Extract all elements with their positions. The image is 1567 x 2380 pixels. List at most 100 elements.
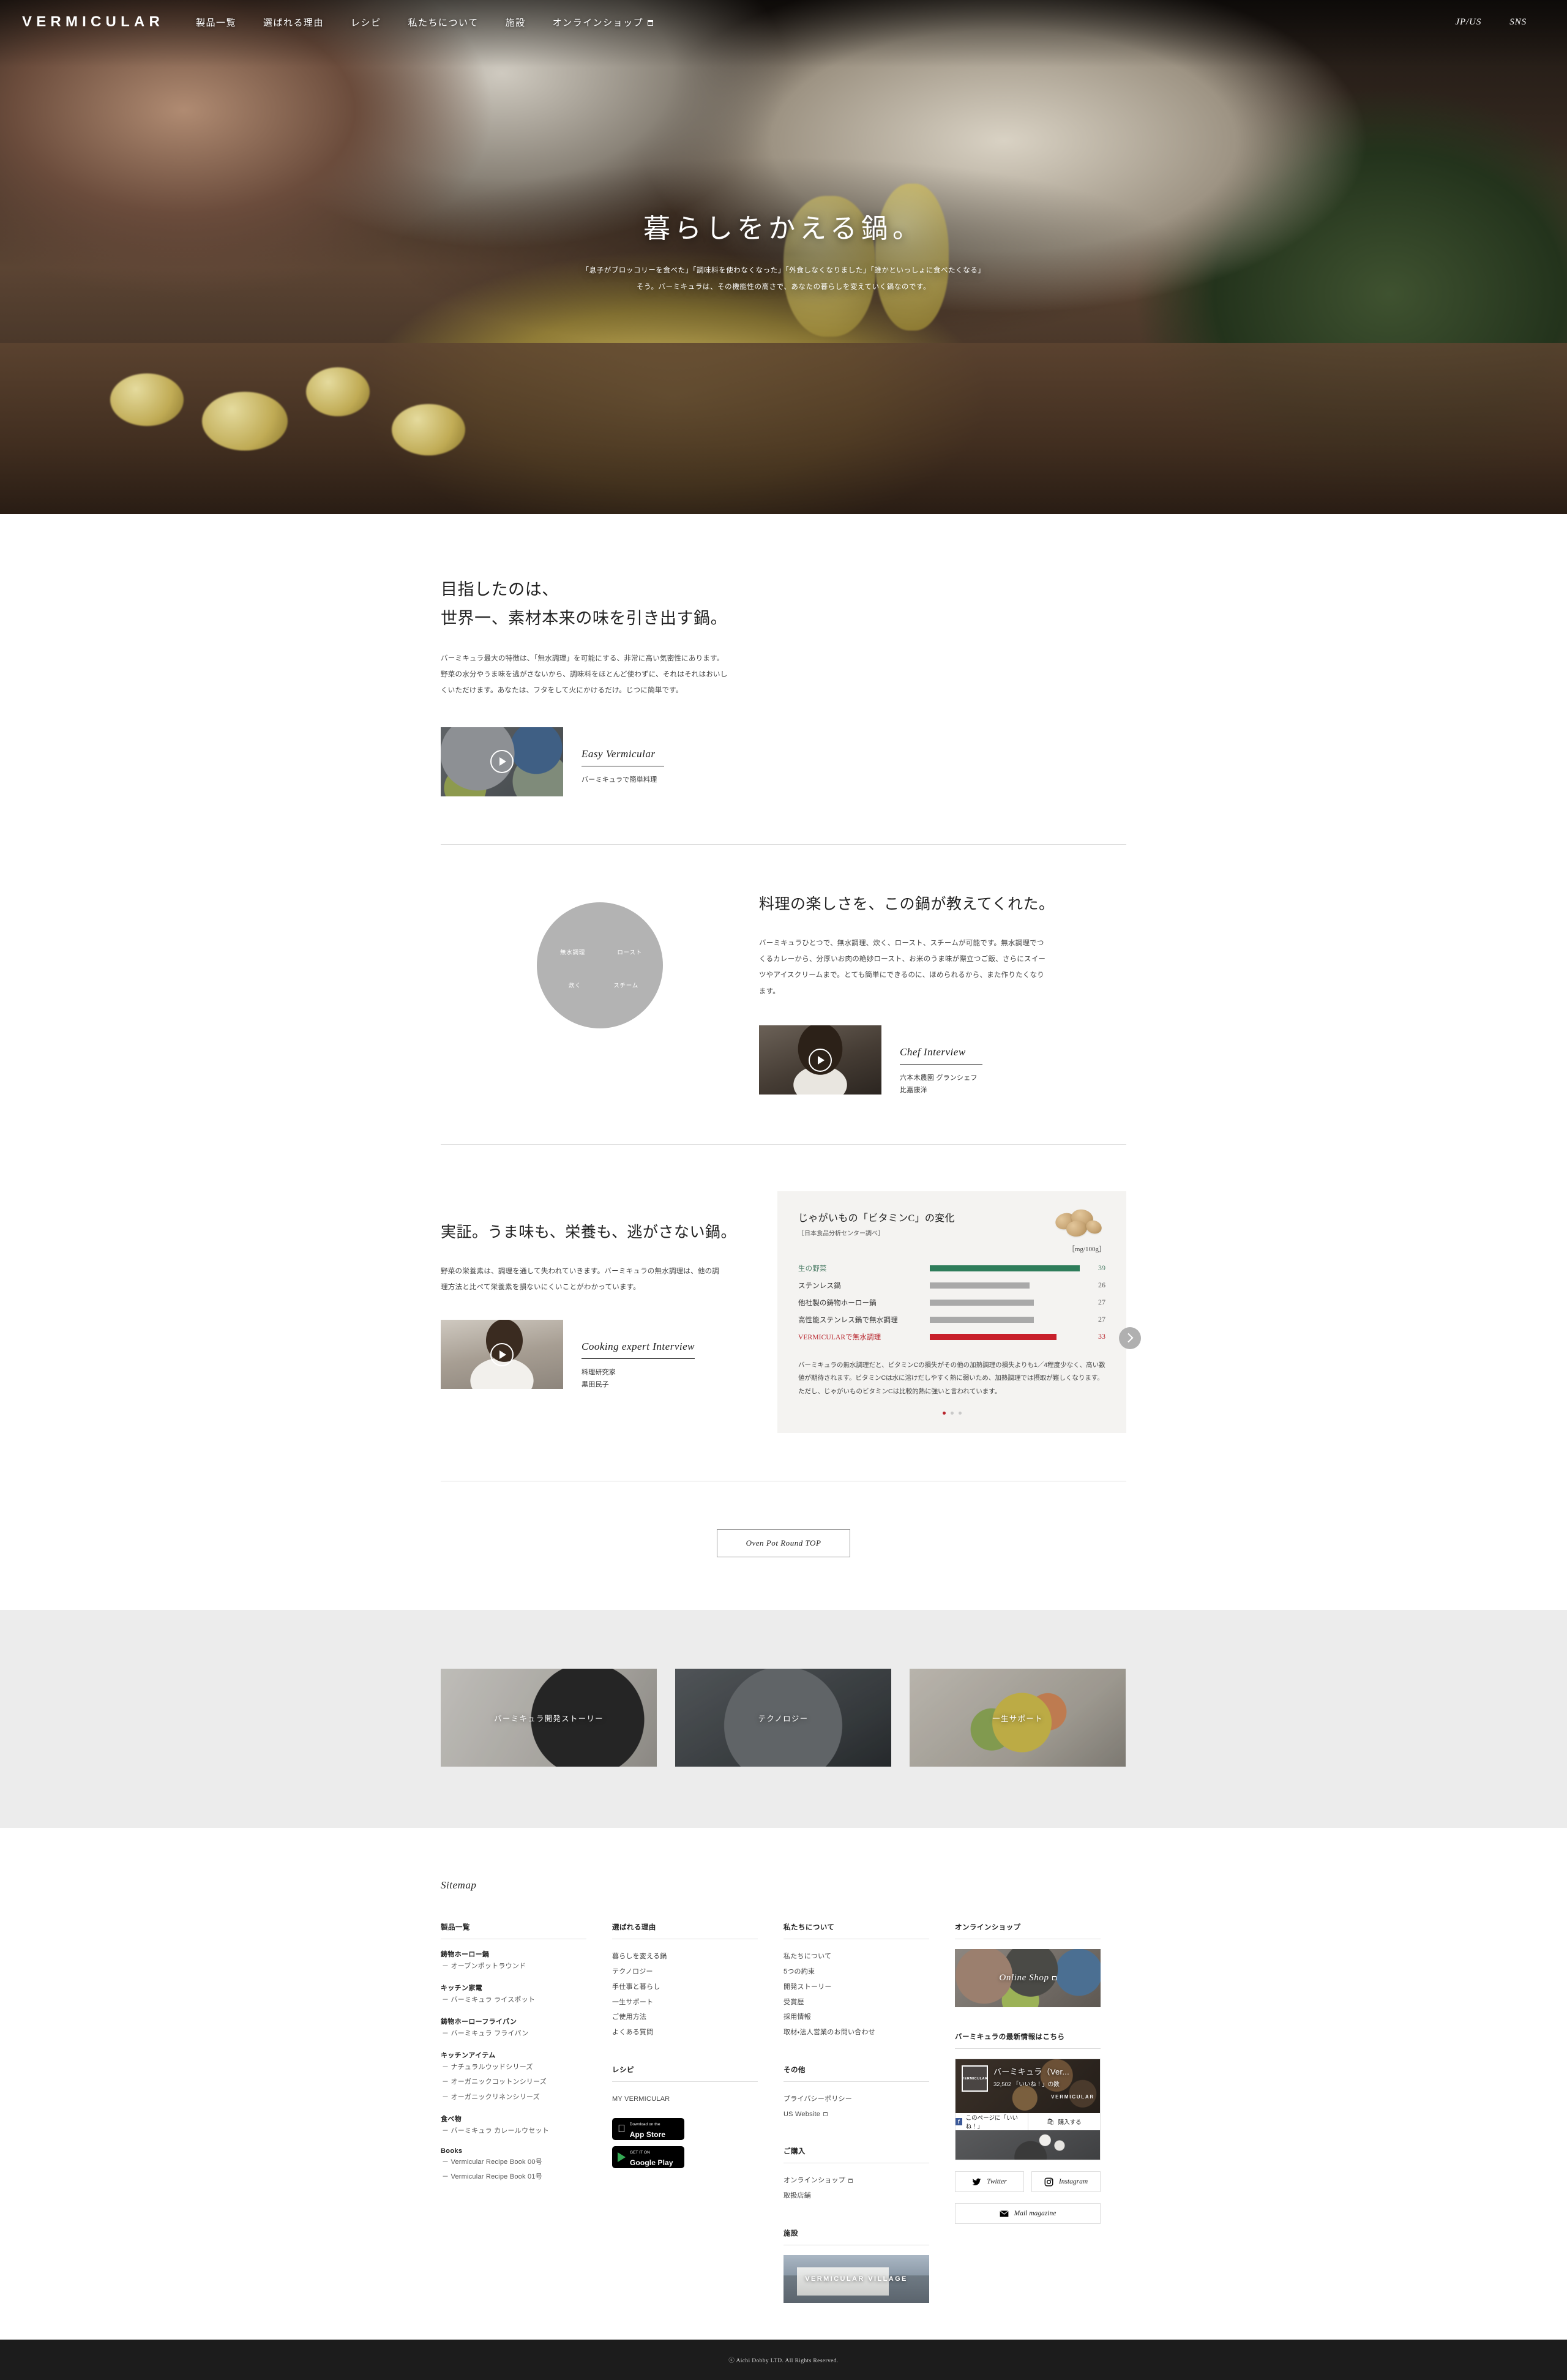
nav-item-online-shop[interactable]: オンラインショップ xyxy=(553,16,654,29)
footer-link[interactable]: 手仕事と暮らし xyxy=(612,1980,758,1995)
footer-link[interactable]: － バーミキュラ ライスポット xyxy=(441,1993,586,2008)
section2-title: 料理の楽しさを、この鍋が教えてくれた。 xyxy=(759,896,1055,913)
nav-item-facility[interactable]: 施設 xyxy=(506,16,526,29)
footer-link[interactable]: 取扱店舗 xyxy=(784,2188,929,2204)
nav-item-products[interactable]: 製品一覧 xyxy=(196,16,236,29)
badge-big-text: App Store xyxy=(622,2130,665,2139)
chart-bar xyxy=(930,1333,1057,1340)
footer-link[interactable]: 暮らしを変える鍋 xyxy=(612,1949,758,1964)
footer-link[interactable]: MY VERMICULAR xyxy=(612,2092,758,2107)
footer-column-heading: オンラインショップ xyxy=(955,1922,1101,1940)
chart-row-value: 26 xyxy=(1098,1281,1105,1290)
video-caption: バーミキュラで簡単料理 xyxy=(582,776,657,784)
banner-card-technology[interactable]: テクノロジー xyxy=(675,1669,891,1767)
chart-row-value: 27 xyxy=(1098,1298,1105,1307)
video-card-easy-vermicular[interactable]: Easy Vermicular バーミキュラで簡単料理 xyxy=(441,727,1126,796)
play-icon[interactable] xyxy=(809,1048,832,1072)
banner-card-lifetime-support[interactable]: 一生サポート xyxy=(910,1669,1126,1767)
footer-link[interactable]: ご使用方法 xyxy=(612,2010,758,2025)
language-switch[interactable]: JP/US xyxy=(1455,17,1481,28)
video-caption-line1: 六本木農園 グランシェフ xyxy=(900,1074,978,1082)
instagram-button[interactable]: Instagram xyxy=(1031,2171,1101,2193)
video-thumbnail[interactable] xyxy=(441,1320,563,1390)
vermicular-village-banner[interactable]: VERMICULAR VILLAGE xyxy=(784,2255,929,2303)
method-label-2: ロースト xyxy=(617,949,642,956)
pagination-dot[interactable] xyxy=(942,1412,946,1415)
footer-link[interactable]: 取材・法人営業のお問い合わせ xyxy=(784,2025,929,2040)
footer-link[interactable]: 一生サポート xyxy=(612,1995,758,2010)
mail-button-row: Mail magazine xyxy=(955,2203,1101,2225)
chart-unit-label: ［mg/100g］ xyxy=(1068,1245,1105,1253)
chart-pagination[interactable] xyxy=(798,1412,1105,1415)
external-link-icon xyxy=(648,20,654,26)
avatar-text: VERMICULAR xyxy=(962,2076,988,2081)
section1-body: バーミキュラ最大の特徴は、「無水調理」を可能にする、非常に高い気密性にあります。… xyxy=(441,654,728,695)
footer-link[interactable]: 私たちについて xyxy=(784,1949,929,1964)
video-title: Chef Interview xyxy=(900,1046,982,1065)
footer-link[interactable]: 5つの約束 xyxy=(784,1964,929,1980)
footer-link[interactable]: テクノロジー xyxy=(612,1964,758,1980)
footer-link[interactable]: 採用情報 xyxy=(784,2010,929,2025)
sns-link[interactable]: SNS xyxy=(1509,17,1527,28)
footer-group-title: 鋳物ホーロー鍋 xyxy=(441,1951,490,1959)
site-logo[interactable]: VERMICULAR xyxy=(22,13,164,31)
play-icon[interactable] xyxy=(490,750,514,774)
pagination-dot[interactable] xyxy=(950,1412,954,1415)
video-thumbnail[interactable] xyxy=(759,1025,881,1095)
play-icon[interactable] xyxy=(490,1342,514,1366)
cta-section: Oven Pot Round TOP xyxy=(441,1481,1126,1610)
footer-link[interactable]: － Vermicular Recipe Book 00号 xyxy=(441,2155,586,2170)
social-buttons-row: Twitter Instagram xyxy=(955,2171,1101,2193)
external-link-icon xyxy=(823,2112,828,2117)
google-play-button[interactable]: GET IT ON Google Play xyxy=(612,2146,684,2168)
footer-link-external[interactable]: US Website xyxy=(784,2107,929,2122)
twitter-button[interactable]: Twitter xyxy=(955,2171,1024,2193)
apple-icon:  xyxy=(618,2124,626,2134)
video-thumbnail[interactable] xyxy=(441,727,563,796)
online-shop-banner[interactable]: Online Shop xyxy=(955,1949,1101,2008)
nav-item-about[interactable]: 私たちについて xyxy=(408,16,479,29)
footer-link[interactable]: プライバシーポリシー xyxy=(784,2092,929,2107)
footer-link[interactable]: － Vermicular Recipe Book 01号 xyxy=(441,2169,586,2185)
hero-title: 暮らしをかえる鍋。 xyxy=(643,214,924,244)
footer-link[interactable]: － ナチュラルウッドシリーズ xyxy=(441,2060,586,2075)
facebook-page-widget[interactable]: VERMICULAR バーミキュラ（Ver... 32,502 「いいね！」の数… xyxy=(955,2059,1101,2161)
section1-title-line2: 世界一、素材本来の味を引き出す鍋。 xyxy=(441,609,728,628)
mail-magazine-button[interactable]: Mail magazine xyxy=(955,2203,1101,2225)
video-card-cooking-expert[interactable]: Cooking expert Interview 料理研究家 黒田民子 xyxy=(441,1320,747,1391)
oven-pot-round-top-button[interactable]: Oven Pot Round TOP xyxy=(717,1529,850,1558)
footer-link[interactable]: 受賞歴 xyxy=(784,1995,929,2010)
video-card-chef-interview[interactable]: Chef Interview 六本木農園 グランシェフ 比嘉康洋 xyxy=(759,1025,1126,1096)
footer-link[interactable]: － オーガニックコットンシリーズ xyxy=(441,2075,586,2090)
footer-inner: Sitemap 製品一覧 鋳物ホーロー鍋 － オーブンポットラウンド キッチン家… xyxy=(441,1879,1126,2303)
footer-link[interactable]: よくある質問 xyxy=(612,2025,758,2040)
footer-link-external[interactable]: オンラインショップ xyxy=(784,2173,929,2188)
pagination-dot[interactable] xyxy=(958,1412,962,1415)
chevron-right-icon[interactable] xyxy=(1119,1327,1141,1349)
footer-link[interactable]: － オーブンポットラウンド xyxy=(441,1959,586,1974)
footer-group-title: 鋳物ホーローフライパン xyxy=(441,2018,517,2026)
section1-title: 目指したのは、 世界一、素材本来の味を引き出す鍋。 xyxy=(441,575,1126,634)
nav-item-recipes[interactable]: レシピ xyxy=(351,16,381,29)
hero-vegetable xyxy=(392,404,465,455)
facebook-like-button[interactable]: f このページに「いいね！」 xyxy=(956,2113,1028,2131)
app-store-button[interactable]:  Download on the App Store xyxy=(612,2117,684,2140)
footer-group-title: キッチン家電 xyxy=(441,1985,482,1993)
footer-link[interactable]: － バーミキュラ カレールウセット xyxy=(441,2124,586,2139)
chart-bar xyxy=(930,1316,1034,1323)
twitter-icon xyxy=(972,2178,981,2185)
banner-card-development-story[interactable]: バーミキュラ開発ストーリー xyxy=(441,1669,657,1767)
site-footer: Sitemap 製品一覧 鋳物ホーロー鍋 － オーブンポットラウンド キッチン家… xyxy=(0,1828,1567,2340)
footer-link[interactable]: － バーミキュラ フライパン xyxy=(441,2026,586,2041)
footer-link[interactable]: － オーガニックリネンシリーズ xyxy=(441,2090,586,2105)
nav-item-reasons[interactable]: 選ばれる理由 xyxy=(263,16,324,29)
method-label-3: 炊く xyxy=(569,982,582,989)
video-meta: Easy Vermicular バーミキュラで簡単料理 xyxy=(582,727,664,786)
footer-link[interactable]: 開発ストーリー xyxy=(784,1980,929,1995)
footer-column-shop: オンラインショップ Online Shop バーミキュラの最新情報はこちら VE… xyxy=(955,1922,1126,2303)
facebook-buy-button[interactable]: 🛍 購入する xyxy=(1028,2113,1100,2131)
content-inner: 目指したのは、 世界一、素材本来の味を引き出す鍋。 バーミキュラ最大の特徴は、「… xyxy=(441,575,1141,1610)
facebook-cover: VERMICULAR バーミキュラ（Ver... 32,502 「いいね！」の数… xyxy=(956,2059,1100,2113)
